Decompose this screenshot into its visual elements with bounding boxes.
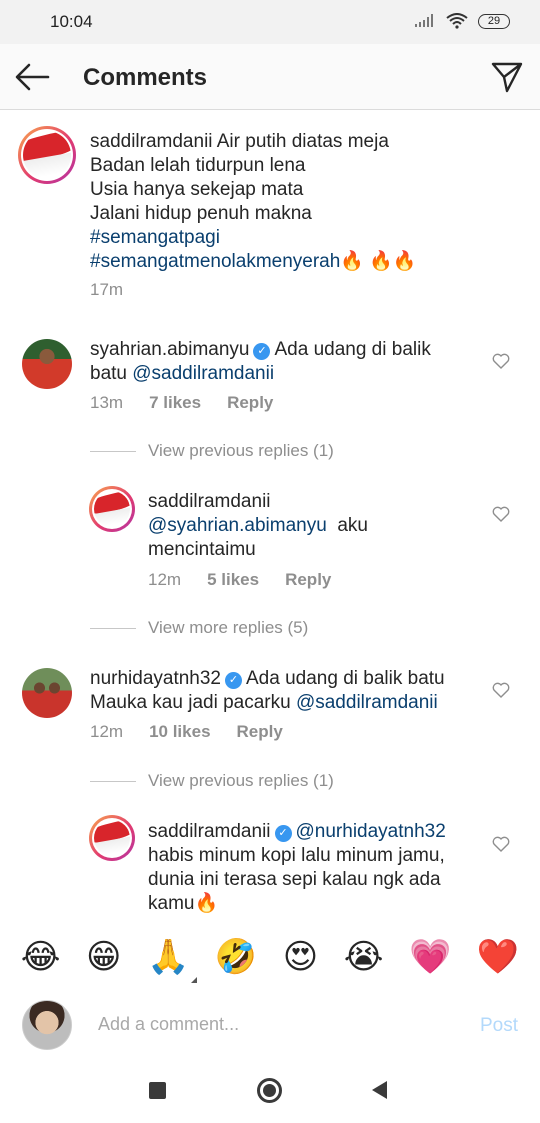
- back-arrow-icon[interactable]: [14, 62, 50, 92]
- comment-meta: 12m 10 likes Reply: [90, 722, 283, 742]
- commenter-avatar[interactable]: [22, 668, 72, 718]
- home-icon[interactable]: [257, 1078, 282, 1103]
- emoji-joy-button[interactable]: 😂: [21, 937, 61, 977]
- view-previous-replies[interactable]: View previous replies (1): [90, 441, 334, 461]
- view-more-replies[interactable]: View more replies (5): [90, 618, 308, 638]
- like-heart-icon[interactable]: [492, 836, 510, 852]
- my-avatar: [22, 1000, 72, 1050]
- comment-input[interactable]: [98, 1014, 418, 1035]
- fire-emoji: 🔥: [194, 893, 219, 914]
- emoji-heartpulse-button[interactable]: 💗: [409, 937, 451, 977]
- like-heart-icon[interactable]: [492, 353, 510, 369]
- verified-badge-icon: ✓: [274, 825, 292, 842]
- caption-text: saddilramdanii Air putih diatas meja Bad…: [90, 130, 510, 274]
- like-heart-icon[interactable]: [492, 506, 510, 522]
- reply-username[interactable]: saddilramdanii: [148, 821, 271, 842]
- reply-text: saddilramdanii @syahrian.abimanyu aku me…: [148, 490, 478, 562]
- reply-button[interactable]: Reply: [227, 393, 273, 413]
- comments-header: Comments: [0, 44, 540, 110]
- reply-button[interactable]: Reply: [237, 722, 283, 742]
- likes-count[interactable]: 5 likes: [207, 570, 259, 590]
- status-time: 10:04: [50, 12, 93, 31]
- signal-icon: [415, 14, 433, 27]
- caption-avatar[interactable]: [18, 126, 76, 184]
- emoji-pray-button[interactable]: 🙏: [147, 937, 198, 983]
- mention-link[interactable]: @nurhidayatnh32: [296, 821, 446, 842]
- verified-badge-icon: ✓: [225, 672, 242, 689]
- battery-icon: 29: [478, 13, 510, 29]
- caption-username[interactable]: saddilramdanii: [90, 131, 213, 152]
- reply-username[interactable]: saddilramdanii: [148, 490, 478, 514]
- emoji-quick-bar: 😂 😁 🙏 🤣 😍 😭 💗 ❤️: [0, 930, 540, 984]
- likes-count[interactable]: 10 likes: [149, 722, 210, 742]
- mention-link[interactable]: @saddilramdanii: [296, 692, 438, 713]
- mention-link[interactable]: @saddilramdanii: [132, 363, 274, 384]
- reply-meta: 12m 5 likes Reply: [148, 570, 332, 590]
- page-title: Comments: [83, 64, 208, 91]
- commenter-avatar[interactable]: [22, 339, 72, 389]
- status-icons: 29: [414, 13, 510, 29]
- emoji-grin-button[interactable]: 😁: [86, 937, 121, 977]
- emoji-heart-eyes-button[interactable]: 😍: [283, 937, 318, 977]
- post-button[interactable]: Post: [480, 1015, 518, 1037]
- mention-link[interactable]: @syahrian.abimanyu: [148, 515, 327, 536]
- status-bar: 10:04 29: [0, 0, 540, 44]
- reply-button[interactable]: Reply: [285, 570, 331, 590]
- comment-text: syahrian.abimanyu ✓ Ada udang di balik bat…: [90, 339, 431, 384]
- hashtag[interactable]: #semangatpagi: [90, 226, 510, 250]
- reply-text: saddilramdanii ✓ @nurhidayatnh32 habis min…: [148, 821, 446, 914]
- reply-avatar[interactable]: [89, 815, 135, 861]
- comment-text: nurhidayatnh32 ✓ Ada udang di balik batu M…: [90, 668, 445, 713]
- reply-avatar[interactable]: [89, 486, 135, 532]
- emoji-sob-button[interactable]: 😭: [344, 937, 384, 977]
- view-previous-replies[interactable]: View previous replies (1): [90, 771, 334, 791]
- comment-username[interactable]: nurhidayatnh32: [90, 668, 221, 689]
- like-heart-icon[interactable]: [492, 682, 510, 698]
- verified-badge-icon: ✓: [253, 343, 271, 360]
- fire-emoji: 🔥 🔥🔥: [340, 251, 417, 272]
- comment-meta: 13m 7 likes Reply: [90, 393, 274, 413]
- wifi-icon: [446, 13, 468, 29]
- emoji-red-heart-button[interactable]: ❤️: [477, 937, 519, 977]
- emoji-rofl-button[interactable]: 🤣: [215, 937, 257, 977]
- android-nav-bar: [0, 1062, 540, 1123]
- likes-count[interactable]: 7 likes: [149, 393, 201, 413]
- hashtag[interactable]: #semangatmenolakmenyerah: [90, 251, 340, 272]
- comment-username[interactable]: syahrian.abimanyu: [90, 339, 249, 360]
- add-comment-bar: Post: [0, 990, 540, 1060]
- direct-send-icon[interactable]: [490, 60, 524, 94]
- back-triangle-icon[interactable]: [372, 1081, 387, 1099]
- caption-time: 17m: [90, 280, 124, 299]
- recents-icon[interactable]: [149, 1082, 166, 1099]
